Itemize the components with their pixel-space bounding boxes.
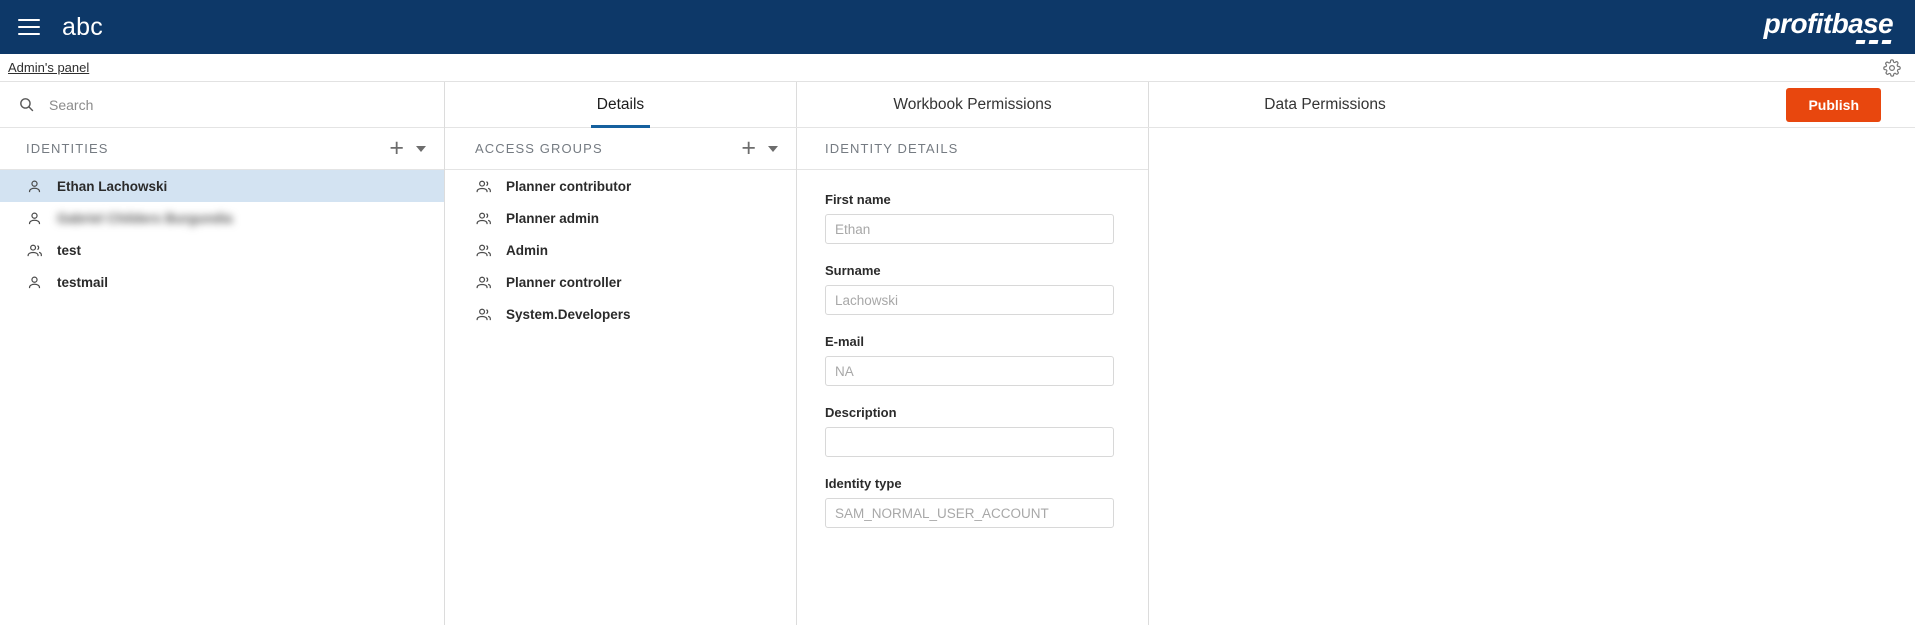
add-identity-plus-icon[interactable]: + <box>387 136 406 161</box>
search-bar[interactable] <box>0 82 444 128</box>
surname-input[interactable] <box>825 285 1114 315</box>
user-icon <box>28 212 41 224</box>
access-group-label: Planner controller <box>506 274 622 290</box>
group-icon <box>27 244 42 256</box>
first-name-input[interactable] <box>825 214 1114 244</box>
tab-details[interactable]: Details <box>590 82 651 128</box>
identity-details-panel: IDENTITY DETAILS First name Surname E-ma… <box>797 128 1149 625</box>
identities-list: Ethan Lachowski Gabriel Childers Burgund… <box>0 170 444 625</box>
surname-field-group: Surname <box>825 263 1120 315</box>
hamburger-menu-icon[interactable] <box>14 12 44 42</box>
empty-area <box>1149 128 1915 625</box>
list-item[interactable]: Planner admin <box>445 202 796 234</box>
description-label: Description <box>825 405 897 420</box>
tab-strip: Details Workbook Permissions Data Permis… <box>445 82 1915 128</box>
access-group-label: Planner admin <box>506 210 600 226</box>
access-group-label: Admin <box>506 242 548 258</box>
identities-panel: IDENTITIES + Ethan Lachowski Gabriel Chi… <box>0 82 445 625</box>
list-item[interactable]: System.Developers <box>445 298 796 330</box>
identity-details-title: IDENTITY DETAILS <box>825 141 959 156</box>
identity-type-field-group: Identity type <box>825 476 1120 528</box>
description-input[interactable] <box>825 427 1114 457</box>
tab-data-permissions[interactable]: Data Permissions <box>1258 96 1391 114</box>
email-field-group: E-mail <box>825 334 1120 386</box>
add-access-group-plus-icon[interactable]: + <box>739 136 758 161</box>
group-icon <box>476 244 491 256</box>
identity-details-panel-header: IDENTITY DETAILS <box>797 128 1148 170</box>
group-icon <box>476 180 491 192</box>
gear-icon[interactable] <box>1881 57 1903 79</box>
identity-type-label: Identity type <box>825 476 902 491</box>
identity-type-input[interactable] <box>825 498 1114 528</box>
identity-label: test <box>57 242 82 258</box>
surname-label: Surname <box>825 263 881 278</box>
email-label: E-mail <box>825 334 865 349</box>
group-icon <box>476 212 491 224</box>
search-icon <box>20 98 34 112</box>
add-access-group-chevron-down-icon[interactable] <box>768 145 778 152</box>
description-field-group: Description <box>825 405 1120 457</box>
group-icon <box>476 276 491 288</box>
panels-row: ACCESS GROUPS + Planner contributor Plan… <box>445 128 1915 625</box>
list-item[interactable]: Gabriel Childers Burgundia <box>0 202 444 234</box>
breadcrumb-link-admins-panel[interactable]: Admin's panel <box>8 60 89 75</box>
access-groups-panel: ACCESS GROUPS + Planner contributor Plan… <box>445 128 797 625</box>
list-item[interactable]: Planner controller <box>445 266 796 298</box>
list-item[interactable]: Admin <box>445 234 796 266</box>
group-icon <box>476 308 491 320</box>
breadcrumb: Admin's panel <box>0 54 1915 82</box>
logo-dots-icon <box>1855 40 1892 44</box>
tab-workbook-permissions[interactable]: Workbook Permissions <box>887 82 1057 127</box>
content-area: Details Workbook Permissions Data Permis… <box>445 82 1915 625</box>
add-identity-chevron-down-icon[interactable] <box>416 145 426 152</box>
identity-details-form: First name Surname E-mail Description <box>797 170 1148 625</box>
publish-button[interactable]: Publish <box>1786 87 1881 122</box>
access-groups-title: ACCESS GROUPS <box>475 141 603 156</box>
list-item[interactable]: test <box>0 234 444 266</box>
access-groups-list: Planner contributor Planner admin Admin … <box>445 170 796 625</box>
access-group-label: Planner contributor <box>506 178 632 194</box>
logo-text: profitbase <box>1763 8 1894 39</box>
workspace: IDENTITIES + Ethan Lachowski Gabriel Chi… <box>0 82 1915 625</box>
identity-label: Ethan Lachowski <box>57 178 168 194</box>
user-icon <box>28 276 41 288</box>
list-item[interactable]: Ethan Lachowski <box>0 170 444 202</box>
list-item[interactable]: Planner contributor <box>445 170 796 202</box>
user-icon <box>28 180 41 192</box>
email-input[interactable] <box>825 356 1114 386</box>
access-groups-panel-header: ACCESS GROUPS + <box>445 128 796 170</box>
profitbase-logo: profitbase <box>1763 8 1894 44</box>
identities-panel-header: IDENTITIES + <box>0 128 444 170</box>
first-name-field-group: First name <box>825 192 1120 244</box>
identities-title: IDENTITIES <box>26 141 109 156</box>
list-item[interactable]: testmail <box>0 266 444 298</box>
app-title: abc <box>62 12 103 41</box>
first-name-label: First name <box>825 192 891 207</box>
app-header: abc profitbase <box>0 0 1915 54</box>
identity-label: Gabriel Childers Burgundia <box>57 210 233 226</box>
search-input[interactable] <box>47 95 426 114</box>
access-group-label: System.Developers <box>506 306 631 322</box>
identity-label: testmail <box>57 274 109 290</box>
